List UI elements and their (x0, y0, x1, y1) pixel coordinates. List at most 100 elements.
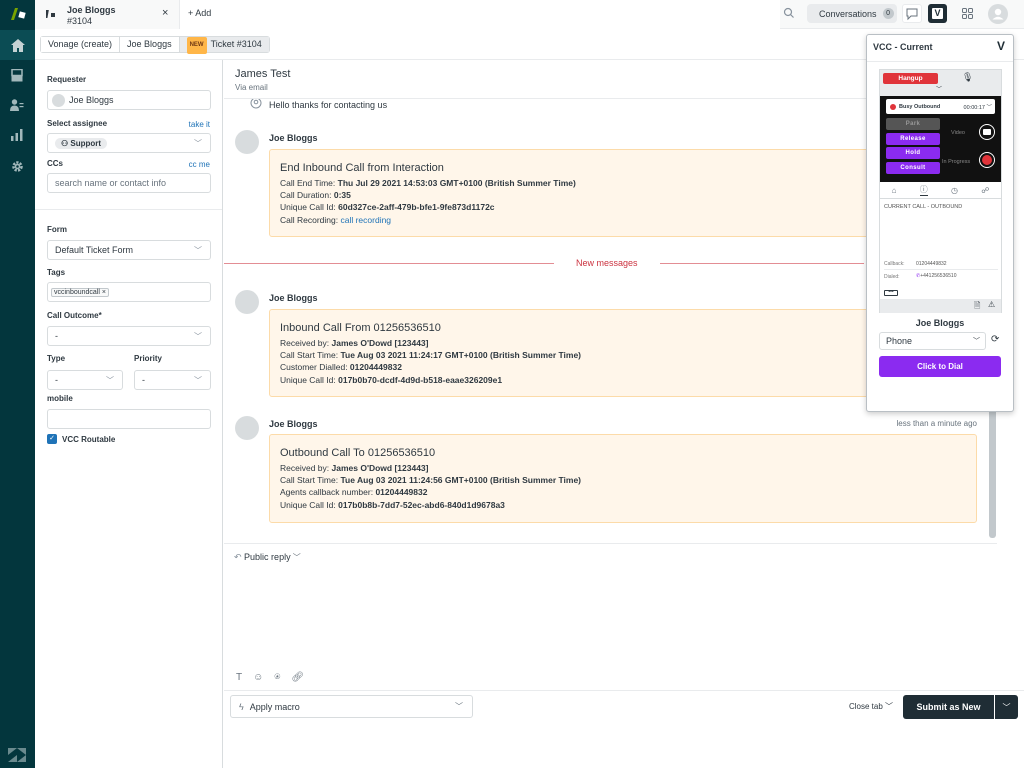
type-label: Type (47, 354, 66, 363)
vcc-softphone: Hangup 🎙︎ ﹀ Busy Outbound 00:00:17 ﹀ Par… (879, 69, 1002, 313)
microphone-icon[interactable]: 🎙︎ (962, 72, 973, 83)
conversations-button[interactable]: Conversations 0 (807, 4, 897, 23)
ticket-tab[interactable]: Joe Bloggs #3104 × (35, 0, 180, 29)
submit-button[interactable]: Submit as New (903, 695, 994, 719)
chevron-down-icon[interactable]: ﹀ (936, 84, 942, 93)
history-icon[interactable]: ◷ (951, 186, 958, 195)
video-camera-icon[interactable] (979, 124, 995, 140)
dialed-value[interactable]: ✆+441256536510 (916, 273, 957, 279)
views-icon[interactable] (8, 66, 26, 84)
tag-remove-icon[interactable]: × (102, 289, 106, 296)
phone-select[interactable]: Phone ﹀ (879, 332, 986, 350)
home-icon[interactable]: ⌂ (892, 186, 897, 195)
more-options-icon[interactable]: ••• (884, 290, 898, 296)
card-line: Call Recording: call recording (280, 214, 392, 225)
chevron-down-icon: ﹀ (194, 332, 202, 341)
close-tab-icon[interactable]: × (162, 7, 168, 19)
avatar (235, 130, 259, 154)
conversations-label: Conversations (819, 8, 877, 19)
home-icon[interactable] (0, 30, 35, 60)
hold-button[interactable]: Hold (886, 147, 940, 159)
release-button[interactable]: Release (886, 133, 940, 145)
card-line: Call End Time: Thu Jul 29 2021 14:53:03 … (280, 178, 576, 188)
assignee-label: Select assignee (47, 119, 108, 128)
breadcrumb-user[interactable]: Joe Bloggs (120, 37, 180, 52)
reporting-icon[interactable] (8, 126, 26, 144)
breadcrumb: Vonage (create) Joe Bloggs NEW Ticket #31… (40, 36, 270, 54)
document-icon[interactable]: 🗎 (974, 300, 980, 314)
cc-me-link[interactable]: cc me (189, 160, 210, 169)
hangup-button[interactable]: Hangup (883, 73, 938, 84)
ccs-label: CCs (47, 159, 64, 168)
consult-button[interactable]: Consult (886, 162, 940, 174)
attachment-icon[interactable]: ⍟ (274, 672, 280, 683)
channel-via: Via email (235, 83, 268, 92)
softphone-footer: 🗎 ⚠ (880, 299, 1001, 313)
link-icon[interactable]: 🔗︎ (291, 672, 304, 683)
requester-value: Joe Bloggs (69, 95, 114, 105)
call-recording-link[interactable]: call recording (340, 215, 391, 225)
video-label: Video (951, 130, 965, 136)
card-title: Inbound Call From 01256536510 (280, 322, 441, 334)
text-format-icon[interactable]: T (236, 672, 242, 683)
chat-icon[interactable] (902, 4, 922, 23)
call-status[interactable]: Busy Outbound 00:00:17 ﹀ (886, 99, 995, 114)
priority-select[interactable]: - ﹀ (134, 370, 211, 390)
ccs-input[interactable]: search name or contact info (47, 173, 211, 193)
softphone-tabs: ⌂ ⓘ ◷ ☍ (880, 182, 1001, 199)
submit-options-button[interactable]: ﹀ (995, 695, 1018, 719)
ccs-placeholder: search name or contact info (55, 178, 167, 188)
breadcrumb-ticket[interactable]: NEW Ticket #3104 (179, 37, 269, 54)
current-call-label: CURRENT CALL - OUTBOUND (884, 204, 963, 210)
reply-mode-dropdown[interactable]: ↶ Public reply ﹀ (234, 552, 301, 563)
zendesk-support-logo[interactable] (8, 6, 26, 22)
type-select[interactable]: - ﹀ (47, 370, 123, 390)
apply-macro-select[interactable]: ϟ Apply macro ﹀ (230, 695, 473, 718)
emoji-icon[interactable]: ☺ (253, 672, 263, 683)
assignee-value: Support (70, 138, 102, 148)
breadcrumb-vonage-create[interactable]: Vonage (create) (41, 37, 121, 52)
card-line: Unique Call Id: 017b0b70-dcdf-4d9d-b518-… (280, 374, 503, 385)
message-author: Joe Bloggs (269, 133, 318, 143)
park-button[interactable]: Park (886, 118, 940, 130)
requester-name: James Test (235, 68, 291, 80)
form-select[interactable]: Default Ticket Form ﹀ (47, 240, 211, 260)
tag-pill[interactable]: vccinboundcall × (51, 287, 109, 297)
add-tab-area: + Add (180, 0, 780, 29)
search-icon[interactable] (783, 7, 795, 19)
vcc-app-popover: VCC - Current V Hangup 🎙︎ ﹀ Busy Outboun… (866, 34, 1014, 412)
contact-name: Joe Bloggs (915, 318, 965, 328)
chevron-down-icon: ﹀ (973, 338, 980, 345)
callback-value: 01204449832 (916, 261, 947, 267)
close-tab-label: Close tab (849, 702, 883, 711)
chevron-down-icon: ﹀ (106, 376, 114, 385)
click-to-dial-button[interactable]: Click to Dial (879, 356, 1001, 377)
user-avatar[interactable] (988, 4, 1008, 24)
vonage-app-button[interactable]: V (928, 4, 947, 23)
product-nav (0, 0, 35, 768)
admin-gear-icon[interactable] (8, 157, 26, 175)
take-it-link[interactable]: take it (189, 120, 210, 129)
contacts-icon[interactable]: ☍ (981, 186, 989, 195)
customers-icon[interactable] (8, 96, 26, 114)
chevron-down-icon: ﹀ (1002, 702, 1011, 712)
close-tab-dropdown[interactable]: Close tab ﹀ (849, 701, 893, 712)
requester-field[interactable]: Joe Bloggs (47, 90, 211, 110)
assignee-select[interactable]: ⚇ Support ﹀ (47, 133, 211, 153)
record-icon[interactable] (979, 152, 995, 168)
reply-composer[interactable]: ↶ Public reply ﹀ T ☺ ⍟ 🔗︎ (224, 543, 997, 689)
call-outcome-select[interactable]: - ﹀ (47, 326, 211, 346)
apps-grid-icon[interactable] (962, 8, 973, 19)
mobile-input[interactable] (47, 409, 211, 429)
vcc-routable-checkbox[interactable]: ✓ (47, 434, 57, 444)
chevron-down-icon: ﹀ (194, 376, 202, 385)
new-badge: NEW (186, 37, 207, 54)
add-button[interactable]: + Add (188, 8, 211, 18)
refresh-icon[interactable]: ⟳ (991, 334, 999, 345)
info-icon[interactable]: ⓘ (919, 184, 928, 196)
top-bar: Joe Bloggs #3104 × + Add Conversations 0… (35, 0, 1024, 29)
call-timer: 00:00:17 ﹀ (963, 104, 992, 111)
form-value: Default Ticket Form (55, 245, 134, 255)
warning-icon[interactable]: ⚠ (988, 300, 995, 309)
tags-input[interactable]: vccinboundcall × (47, 282, 211, 302)
